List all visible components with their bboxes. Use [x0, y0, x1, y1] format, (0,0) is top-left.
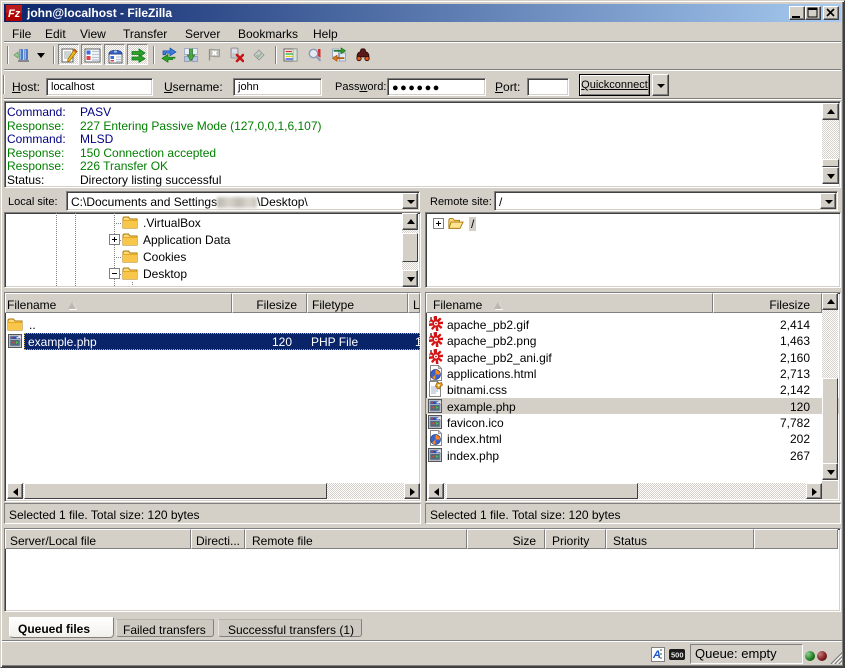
svg-text:Fz: Fz: [8, 8, 21, 20]
svg-text:A: A: [652, 649, 661, 661]
svg-text:500: 500: [671, 651, 684, 660]
